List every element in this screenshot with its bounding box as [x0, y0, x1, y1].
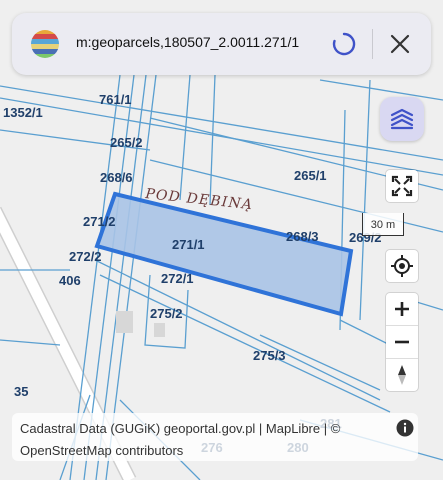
scale-bar: 30 m [362, 213, 404, 236]
plus-icon [395, 302, 409, 316]
parcel-label: 761/1 [99, 92, 132, 107]
zoom-in-button[interactable] [386, 293, 418, 325]
compass-icon [398, 365, 406, 385]
attribution-text[interactable]: OpenStreetMap contributors [20, 443, 183, 458]
parcel-label: 275/3 [253, 348, 286, 363]
parcel-label: 406 [59, 273, 81, 288]
attribution-text[interactable]: Cadastral Data (GUGiK) geoportal.gov.pl … [20, 421, 340, 436]
loading-spinner-icon [332, 32, 356, 56]
compass-button[interactable] [386, 359, 418, 391]
parcel-label: 265/2 [110, 135, 143, 150]
search-divider [372, 29, 373, 59]
parcel-label: 271/1 [172, 237, 205, 252]
zoom-controls [386, 293, 418, 391]
parcel-label: 271/2 [83, 214, 116, 229]
close-icon[interactable] [387, 31, 413, 57]
search-bar[interactable]: m:geoparcels,180507_2.0011.271/1 [12, 13, 431, 75]
app-logo-icon [31, 30, 59, 58]
search-input[interactable]: m:geoparcels,180507_2.0011.271/1 [76, 34, 299, 50]
parcel-label: 268/3 [286, 229, 319, 244]
zoom-out-button[interactable] [386, 326, 418, 358]
parcel-label: 35 [14, 384, 28, 399]
parcel-label: 265/1 [294, 168, 327, 183]
locate-icon [391, 255, 413, 277]
parcel-label: 268/6 [100, 170, 133, 185]
fullscreen-icon [391, 175, 413, 197]
parcel-label: 272/1 [161, 271, 194, 286]
locate-button[interactable] [386, 250, 418, 282]
minus-icon [395, 340, 409, 344]
attribution-panel: Cadastral Data (GUGiK) geoportal.gov.pl … [12, 413, 418, 461]
parcel-label: 272/2 [69, 249, 102, 264]
parcel-label: 1352/1 [3, 105, 43, 120]
layers-button[interactable] [380, 97, 424, 141]
info-icon[interactable] [396, 419, 414, 437]
fullscreen-button[interactable] [386, 170, 418, 202]
layers-icon [390, 108, 414, 130]
parcel-label: 275/2 [150, 306, 183, 321]
